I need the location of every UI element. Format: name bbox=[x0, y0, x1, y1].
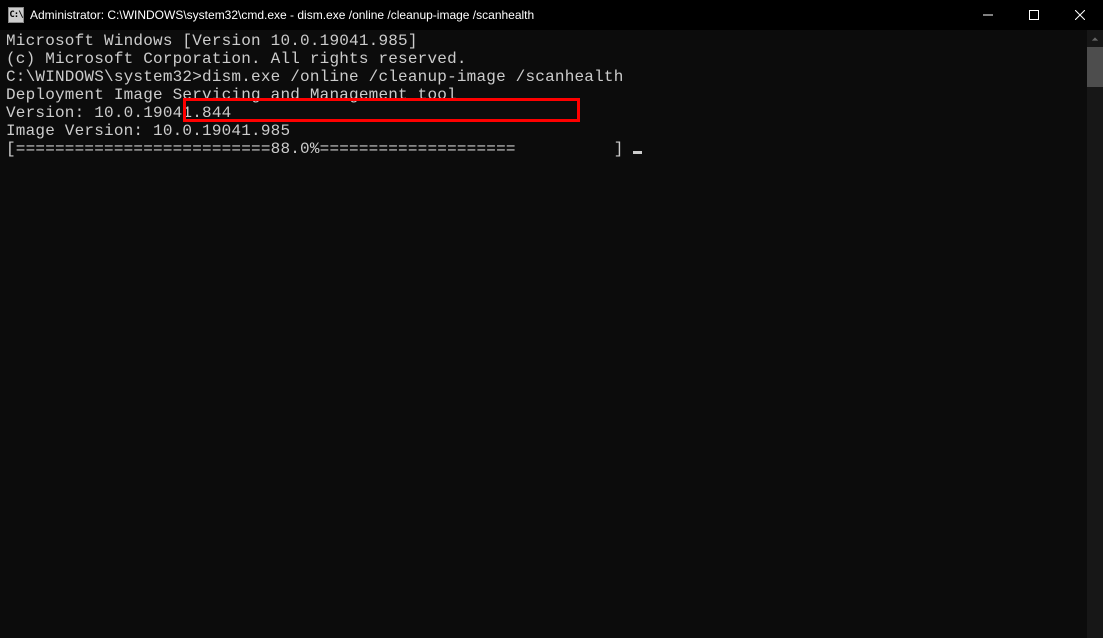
window-title: Administrator: C:\WINDOWS\system32\cmd.e… bbox=[30, 8, 534, 22]
prompt-prefix: C:\WINDOWS\system32> bbox=[6, 68, 202, 86]
titlebar-left: C:\ Administrator: C:\WINDOWS\system32\c… bbox=[0, 7, 534, 23]
close-button[interactable] bbox=[1057, 0, 1103, 30]
maximize-button[interactable] bbox=[1011, 0, 1057, 30]
minimize-button[interactable] bbox=[965, 0, 1011, 30]
chevron-up-icon bbox=[1091, 35, 1099, 43]
command-line: C:\WINDOWS\system32>dism.exe /online /cl… bbox=[6, 68, 1081, 86]
progress-line: [==========================88.0%========… bbox=[6, 140, 1081, 158]
vertical-scrollbar[interactable] bbox=[1087, 30, 1103, 638]
tool-name-line: Deployment Image Servicing and Managemen… bbox=[6, 86, 1081, 104]
maximize-icon bbox=[1029, 10, 1039, 20]
close-icon bbox=[1075, 10, 1085, 20]
minimize-icon bbox=[983, 10, 993, 20]
os-banner-line: Microsoft Windows [Version 10.0.19041.98… bbox=[6, 32, 1081, 50]
terminal-output[interactable]: Microsoft Windows [Version 10.0.19041.98… bbox=[0, 30, 1087, 638]
image-version-line: Image Version: 10.0.19041.985 bbox=[6, 122, 1081, 140]
window-controls bbox=[965, 0, 1103, 30]
copyright-line: (c) Microsoft Corporation. All rights re… bbox=[6, 50, 1081, 68]
window-titlebar: C:\ Administrator: C:\WINDOWS\system32\c… bbox=[0, 0, 1103, 30]
scroll-up-button[interactable] bbox=[1087, 30, 1103, 47]
scrollbar-thumb[interactable] bbox=[1087, 47, 1103, 87]
typed-command: dism.exe /online /cleanup-image /scanhea… bbox=[202, 68, 623, 86]
tool-version-line: Version: 10.0.19041.844 bbox=[6, 104, 1081, 122]
cmd-icon: C:\ bbox=[8, 7, 24, 23]
progress-bar-text: [==========================88.0%========… bbox=[6, 140, 633, 158]
cursor bbox=[633, 151, 642, 154]
